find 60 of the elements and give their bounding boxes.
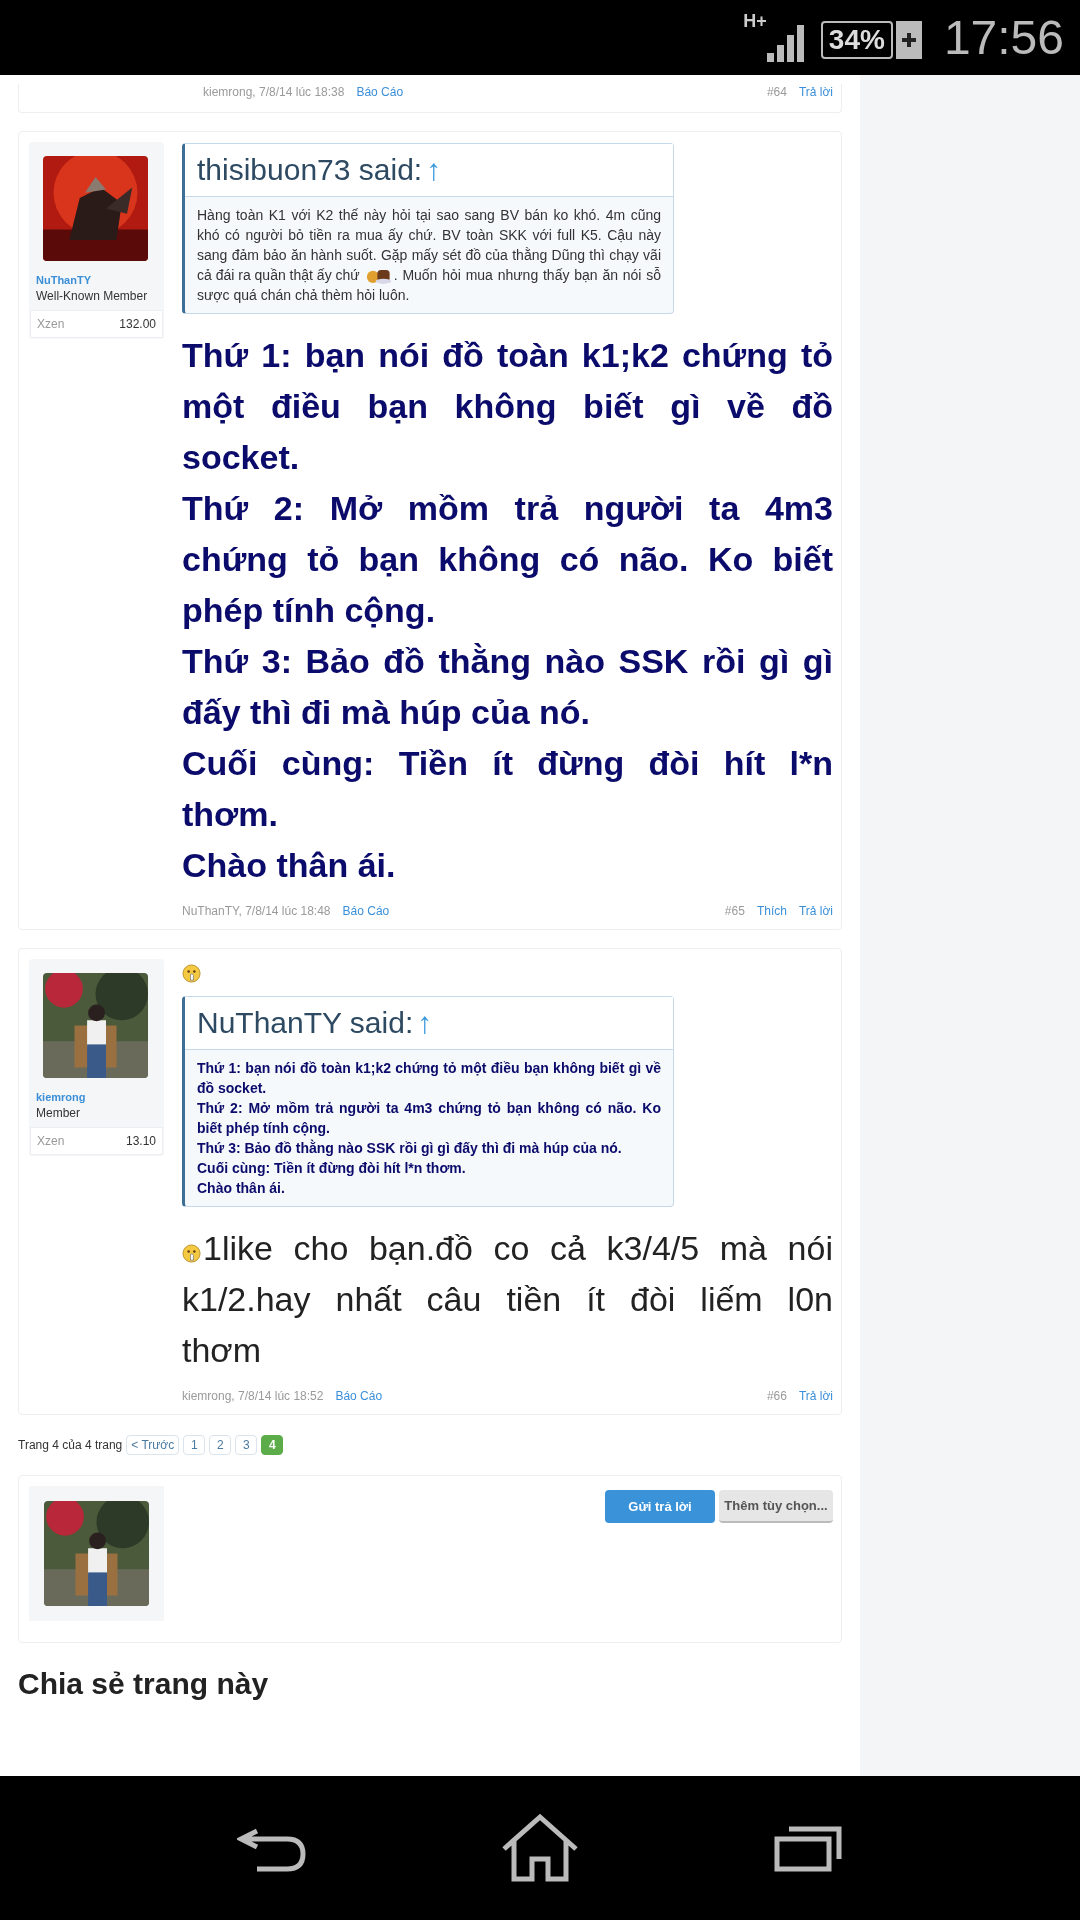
quote-text: cả đái ra quần thật ấy chứ (197, 266, 360, 286)
arrow-up-icon[interactable]: ↑ (417, 1003, 433, 1044)
quote-line: Thứ 3: Bảo đồ thằng nào SSK rồi gì gì đấy thì đi mà húp của nó. (197, 1138, 623, 1159)
home-icon[interactable] (500, 1813, 580, 1883)
user-name[interactable]: kiemrong (36, 1090, 157, 1106)
user-name[interactable]: NuThanTY (36, 273, 157, 288)
charging-icon (895, 20, 922, 59)
page-button[interactable]: 2 (209, 1435, 232, 1456)
reply-link[interactable]: Trả lời (798, 1388, 833, 1405)
quote-line: Thứ 1: bạn nói đồ toàn k1;k2 chứng tỏ một điều bạn không biết gì về đồ socket. (197, 1059, 661, 1099)
post-text: 1like cho bạn.đồ co cả k3/4/5 mà nói (203, 1228, 833, 1270)
post-text: k1/2.hay nhất câu tiền ít đòi liếm l0n (182, 1279, 833, 1321)
network-type: H+ (743, 10, 767, 33)
user-title: Well-Known Member (36, 288, 149, 304)
post-number: #65 (724, 903, 745, 920)
post-paragraph: Cuối cùng: Tiền ít đừng đòi hít l*n thơm. (182, 743, 833, 836)
like-link[interactable]: Thích (756, 903, 787, 920)
post-paragraph: Thứ 2: Mở mồm trả người ta 4m3 chứng tỏ bạn không có não. Ko biết phép tính cộng. (182, 488, 833, 632)
quote-text: sang đảm bảo ăn hành suốt. Gặp mấy sét đồ của thằng Dũng thì chạy vãi (197, 246, 661, 265)
reply-link[interactable]: Trả lời (798, 84, 833, 100)
report-link[interactable]: Báo Cáo (342, 903, 390, 920)
page-button[interactable]: 1 (183, 1435, 206, 1456)
reply-link[interactable]: Trả lời (798, 903, 833, 920)
quote-line: Cuối cùng: Tiền ít đừng đòi hít l*n thơm. (197, 1159, 467, 1179)
more-options-button[interactable]: Thêm tùy chọn... (719, 1490, 833, 1524)
post-number: #64 (766, 84, 787, 100)
post-paragraph: Thứ 3: Bảo đồ thằng nào SSK rồi gì gì đấy thì đi mà húp của nó. (182, 641, 833, 734)
post-author-date: NuThanTY, 7/8/14 lúc 18:48 (182, 903, 331, 920)
previous-page-button[interactable]: < Trước (126, 1435, 180, 1456)
report-link[interactable]: Báo Cáo (356, 84, 404, 100)
quote-line: Thứ 2: Mở mồm trả người ta 4m3 chứng tỏ bạn không có não. Ko biết phép tính cộng. (197, 1099, 661, 1139)
post-text: thơm (182, 1330, 262, 1372)
post-paragraph: Chào thân ái. (182, 845, 397, 887)
quote-line: sược quá chán chả thèm hỏi luôn. (197, 286, 411, 306)
page-button[interactable]: 4 (261, 1435, 284, 1456)
quote-text: khó có người bỏ tiền ra mua ấy chứ. BV toàn SKK với full K5. Cậu này (197, 226, 661, 245)
post-author-date: kiemrong, 7/8/14 lúc 18:38 (203, 84, 345, 100)
post-paragraph: Thứ 1: bạn nói đồ toàn k1;k2 chứng tỏ một điều bạn không biết gì về đồ socket. (182, 335, 833, 479)
post-author-date: kiemrong, 7/8/14 lúc 18:52 (182, 1388, 324, 1405)
user-title: Member (36, 1105, 81, 1122)
battery-icon: 34% (820, 20, 893, 59)
arrow-up-icon[interactable]: ↑ (426, 150, 442, 190)
signal-icon (766, 22, 807, 63)
submit-reply-button[interactable]: Gửi trả lời (605, 1490, 715, 1524)
section-heading: Chia sẻ trang này (18, 1666, 270, 1703)
quote-text: . Muốn hỏi mua nhưng thấy bạn ăn nói sỗ (393, 266, 661, 286)
clock-time: 17:56 (943, 9, 1064, 66)
quote-author[interactable]: thisibuon73 said: (197, 150, 423, 190)
pagination-label: Trang 4 của 4 trang (18, 1437, 123, 1455)
user-stat-row: Xzen 13.10 (30, 1127, 163, 1156)
quote-line: Chào thân ái. (197, 1179, 286, 1199)
page-button[interactable]: 3 (235, 1435, 258, 1456)
emoji-icon (365, 267, 394, 286)
post-number: #66 (766, 1388, 787, 1405)
report-link[interactable]: Báo Cáo (335, 1388, 383, 1405)
user-stat-row: Xzen 132.00 (30, 310, 163, 338)
smiley-icon (182, 963, 201, 983)
quote-author[interactable]: NuThanTY said: (197, 1003, 414, 1044)
quote-text: Hàng toàn K1 với K2 thế này hỏi tại sao sang BV bán ko khó. 4m cũng (197, 206, 661, 225)
smiley-icon (182, 1244, 201, 1264)
